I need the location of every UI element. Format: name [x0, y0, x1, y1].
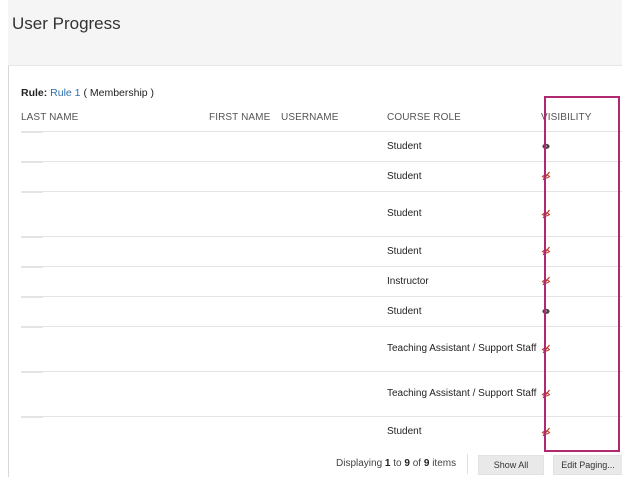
first-name-cell [209, 162, 281, 192]
column-header-first-name[interactable]: FIRST NAME [209, 103, 281, 132]
course-role-cell: Student [387, 140, 422, 152]
table-body: Student Student Student Student Instructor St… [21, 131, 622, 447]
visibility-cell [541, 417, 622, 447]
course-role-cell: Teaching Assistant / Support Staff [387, 388, 537, 399]
visibility-cell [541, 237, 622, 267]
pagination-bar: Displaying 1 to 9 of 9 items Show All Ed… [21, 452, 622, 477]
column-header-last-name[interactable]: LAST NAME [21, 103, 209, 132]
pagination-prefix: Displaying [336, 458, 385, 469]
table-row: Student [21, 296, 622, 327]
table-row: Student [21, 416, 622, 447]
rule-type: ( Membership ) [80, 87, 155, 99]
course-role-cell: Teaching Assistant / Support Staff [387, 343, 537, 354]
rule-link[interactable]: Rule 1 [50, 87, 80, 99]
row-separator-stub [21, 237, 43, 238]
row-separator-stub [21, 192, 43, 193]
course-role-cell: Student [387, 245, 422, 257]
first-name-cell [209, 237, 281, 267]
course-role-cell: Instructor [387, 275, 429, 287]
visibility-cell [541, 327, 622, 372]
pagination-suffix: items [429, 458, 457, 469]
row-separator-stub [21, 267, 43, 268]
eye-slash-icon[interactable] [541, 171, 551, 181]
row-separator-stub [21, 372, 43, 373]
last-name-cell [21, 372, 209, 417]
last-name-cell [21, 267, 209, 297]
page-left-border [8, 0, 9, 477]
username-cell [281, 297, 387, 327]
visibility-cell [541, 267, 622, 297]
row-separator-stub [21, 162, 43, 163]
last-name-cell [21, 297, 209, 327]
column-header-course-role[interactable]: COURSE ROLE [387, 103, 541, 132]
first-name-cell [209, 327, 281, 372]
eye-slash-icon[interactable] [541, 427, 551, 437]
table-row: Student [21, 131, 622, 162]
pagination-summary: Displaying 1 to 9 of 9 items [336, 458, 456, 469]
first-name-cell [209, 267, 281, 297]
column-header-username[interactable]: USERNAME [281, 103, 387, 132]
first-name-cell [209, 192, 281, 237]
eye-slash-icon[interactable] [541, 209, 551, 219]
username-cell [281, 267, 387, 297]
table-row: Student [21, 191, 622, 237]
show-all-button[interactable]: Show All [478, 455, 544, 475]
last-name-cell [21, 162, 209, 192]
eye-slash-icon[interactable] [541, 246, 551, 256]
eye-slash-icon[interactable] [541, 276, 551, 286]
row-separator-stub [21, 327, 43, 328]
row-separator-stub [21, 417, 43, 418]
visibility-cell [541, 132, 622, 162]
username-cell [281, 327, 387, 372]
last-name-cell [21, 132, 209, 162]
page-title: User Progress [12, 14, 121, 33]
username-cell [281, 162, 387, 192]
eye-slash-icon[interactable] [541, 389, 551, 399]
visibility-cell [541, 372, 622, 417]
first-name-cell [209, 132, 281, 162]
username-cell [281, 237, 387, 267]
course-role-cell: Student [387, 170, 422, 182]
username-cell [281, 132, 387, 162]
edit-paging-button[interactable]: Edit Paging... [553, 455, 622, 475]
first-name-cell [209, 417, 281, 447]
page-header: User Progress [8, 0, 622, 66]
row-separator-stub [21, 297, 43, 298]
eye-slash-icon[interactable] [541, 344, 551, 354]
user-progress-table: LAST NAME FIRST NAME USERNAME COURSE ROL… [21, 103, 622, 447]
visibility-cell [541, 162, 622, 192]
rule-line: Rule: Rule 1 ( Membership ) [21, 87, 154, 99]
visibility-cell [541, 192, 622, 237]
column-header-visibility[interactable]: VISIBILITY [541, 103, 622, 132]
eye-icon[interactable] [541, 306, 551, 316]
last-name-cell [21, 417, 209, 447]
first-name-cell [209, 297, 281, 327]
eye-icon[interactable] [541, 141, 551, 151]
table-row: Student [21, 161, 622, 192]
table-row: Teaching Assistant / Support Staff [21, 371, 622, 417]
pagination-of-word: of [409, 458, 424, 469]
course-role-cell: Student [387, 208, 422, 219]
username-cell [281, 192, 387, 237]
last-name-cell [21, 192, 209, 237]
rule-label: Rule: [21, 87, 48, 99]
row-separator-stub [21, 132, 43, 133]
table-row: Student [21, 236, 622, 267]
username-cell [281, 372, 387, 417]
visibility-cell [541, 297, 622, 327]
username-cell [281, 417, 387, 447]
table-row: Teaching Assistant / Support Staff [21, 326, 622, 372]
table-row: Instructor [21, 266, 622, 297]
pagination-divider [467, 454, 468, 474]
table-header-row: LAST NAME FIRST NAME USERNAME COURSE ROL… [21, 103, 622, 132]
last-name-cell [21, 237, 209, 267]
course-role-cell: Student [387, 305, 422, 317]
pagination-to-word: to [390, 458, 405, 469]
course-role-cell: Student [387, 425, 422, 437]
last-name-cell [21, 327, 209, 372]
first-name-cell [209, 372, 281, 417]
